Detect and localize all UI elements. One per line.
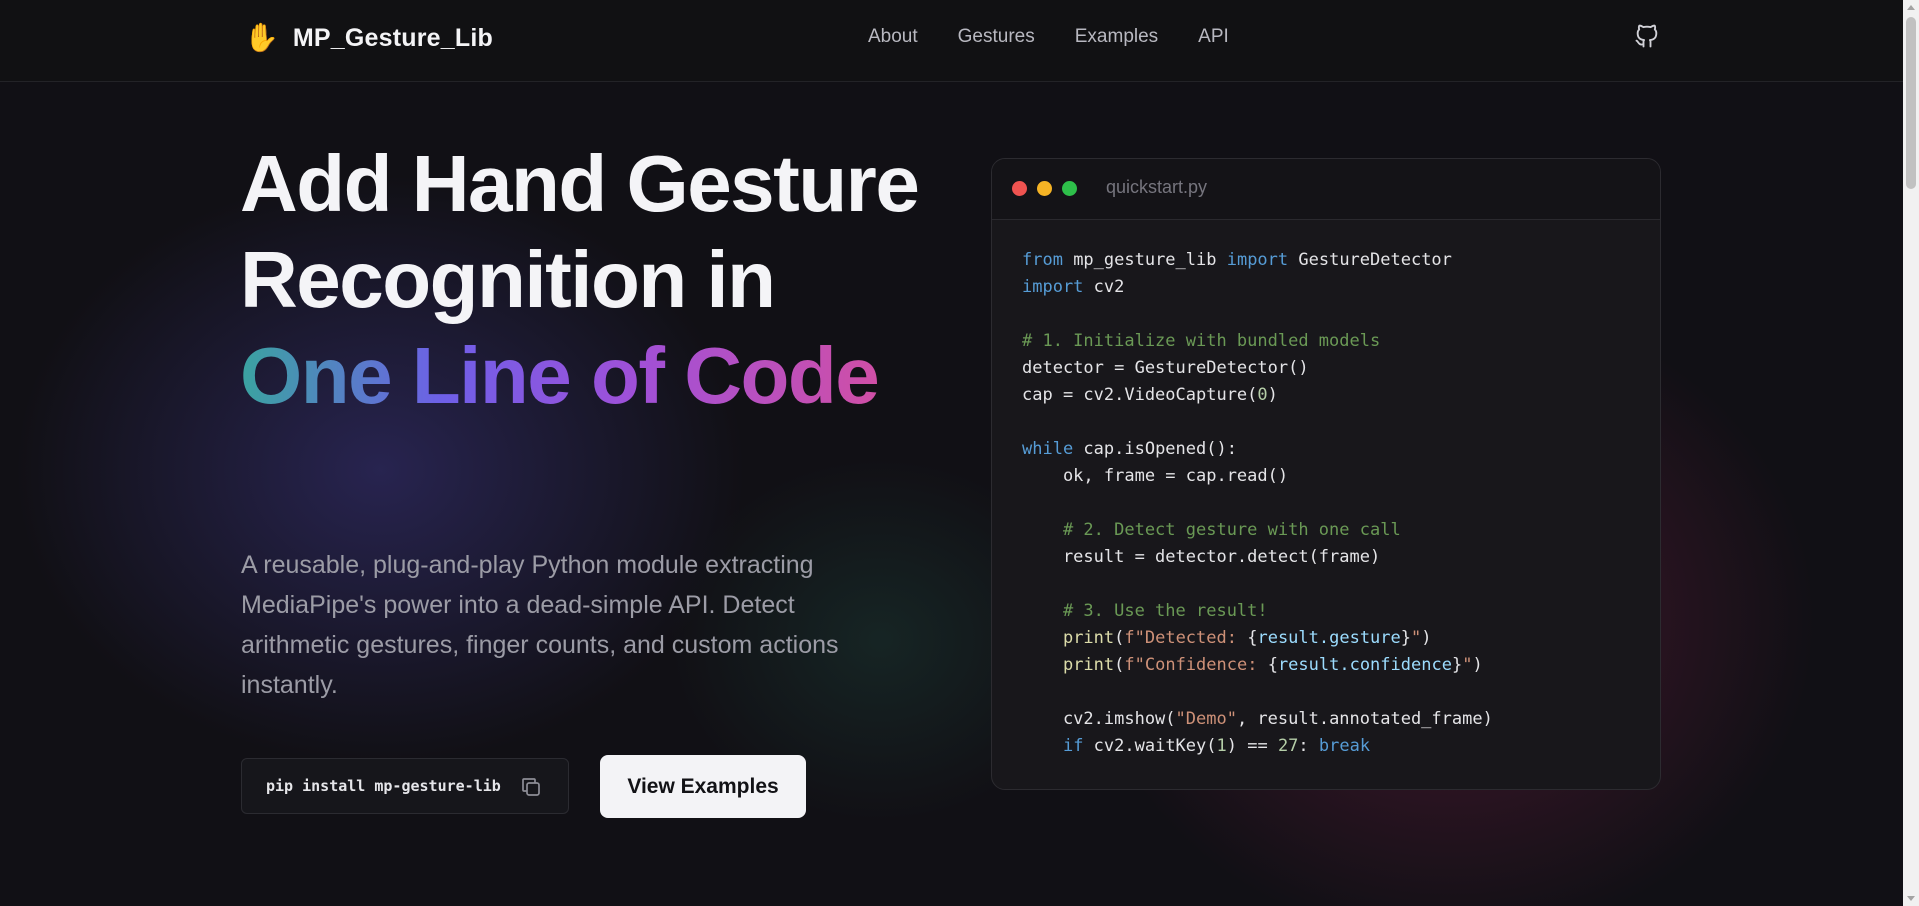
navbar: ✋ MP_Gesture_Lib About Gestures Examples… [0, 0, 1903, 82]
code-window-titlebar: quickstart.py [992, 159, 1660, 220]
code-line: # 2. Detect gesture with one call [1022, 520, 1401, 540]
code-line: import cv2 [1022, 277, 1125, 297]
code-token: result.gesture [1257, 628, 1401, 648]
code-line: # 1. Initialize with bundled models [1022, 331, 1381, 351]
code-line: ok, frame = cap.read() [1022, 466, 1289, 486]
nav-link-about[interactable]: About [868, 26, 918, 48]
headline-plain: Add Hand Gesture Recognition in [240, 139, 920, 324]
code-token: from [1022, 250, 1063, 270]
code-token: f"Confidence: [1124, 655, 1268, 675]
headline-gradient: One Line of Code [240, 331, 880, 420]
code-token: "Demo" [1175, 709, 1237, 729]
code-token: print [1062, 628, 1115, 648]
code-line: print(f"Detected: {result.gesture}") [1062, 628, 1432, 648]
scroll-down-arrow-icon[interactable] [1907, 896, 1915, 901]
code-line: cap = cv2.VideoCapture(0) [1022, 385, 1278, 405]
nav-link-examples[interactable]: Examples [1075, 26, 1158, 48]
minimize-dot-icon [1037, 181, 1052, 196]
code-block: from mp_gesture_lib import GestureDetect… [1022, 247, 1493, 760]
code-token: 1 [1216, 736, 1227, 756]
code-window: quickstart.py from mp_gesture_lib import… [991, 158, 1661, 790]
code-line: # 3. Use the result! [1022, 601, 1268, 621]
brand[interactable]: ✋ MP_Gesture_Lib [244, 22, 493, 54]
code-token: print [1062, 655, 1115, 675]
code-line: if cv2.waitKey(1) == 27: break [1062, 736, 1371, 756]
code-token: f"Detected: [1124, 628, 1248, 648]
scroll-up-arrow-icon[interactable] [1907, 5, 1915, 10]
code-line: detector = GestureDetector() [1022, 358, 1309, 378]
maximize-dot-icon [1062, 181, 1077, 196]
github-icon[interactable] [1633, 22, 1661, 50]
hand-logo-icon: ✋ [244, 22, 279, 53]
nav-links: About Gestures Examples API [868, 26, 1229, 48]
nav-link-api[interactable]: API [1198, 26, 1229, 48]
nav-link-gestures[interactable]: Gestures [958, 26, 1035, 48]
code-token: break [1318, 736, 1371, 756]
brand-title: MP_Gesture_Lib [292, 23, 493, 52]
code-token: if [1062, 736, 1084, 756]
code-line: while cap.isOpened(): [1022, 439, 1237, 459]
code-filename: quickstart.py [1106, 177, 1208, 197]
hero-subtitle: A reusable, plug-and-play Python module … [241, 551, 839, 699]
code-token: while [1022, 439, 1074, 459]
code-line: result = detector.detect(frame) [1022, 547, 1381, 567]
install-command: pip install mp-gesture-lib [266, 777, 501, 795]
code-token: 27 [1277, 736, 1299, 756]
copy-icon[interactable] [519, 775, 543, 799]
code-token: " [1462, 655, 1473, 675]
view-examples-button[interactable]: View Examples [600, 755, 806, 818]
code-token: " [1411, 628, 1422, 648]
hero-headline: Add Hand Gesture Recognition in One Line… [240, 136, 940, 424]
code-line: cv2.imshow("Demo", result.annotated_fram… [1022, 709, 1493, 729]
code-token: result.confidence [1277, 655, 1452, 675]
page-scrollbar[interactable] [1903, 0, 1919, 906]
close-dot-icon [1012, 181, 1027, 196]
code-line: print(f"Confidence: {result.confidence}"… [1062, 655, 1483, 675]
code-token: import [1022, 277, 1084, 297]
scrollbar-thumb[interactable] [1906, 17, 1916, 189]
code-token: 0 [1257, 385, 1268, 405]
code-token: import [1226, 250, 1289, 270]
install-command-box: pip install mp-gesture-lib [241, 758, 569, 814]
code-line: from mp_gesture_lib import GestureDetect… [1022, 250, 1452, 270]
